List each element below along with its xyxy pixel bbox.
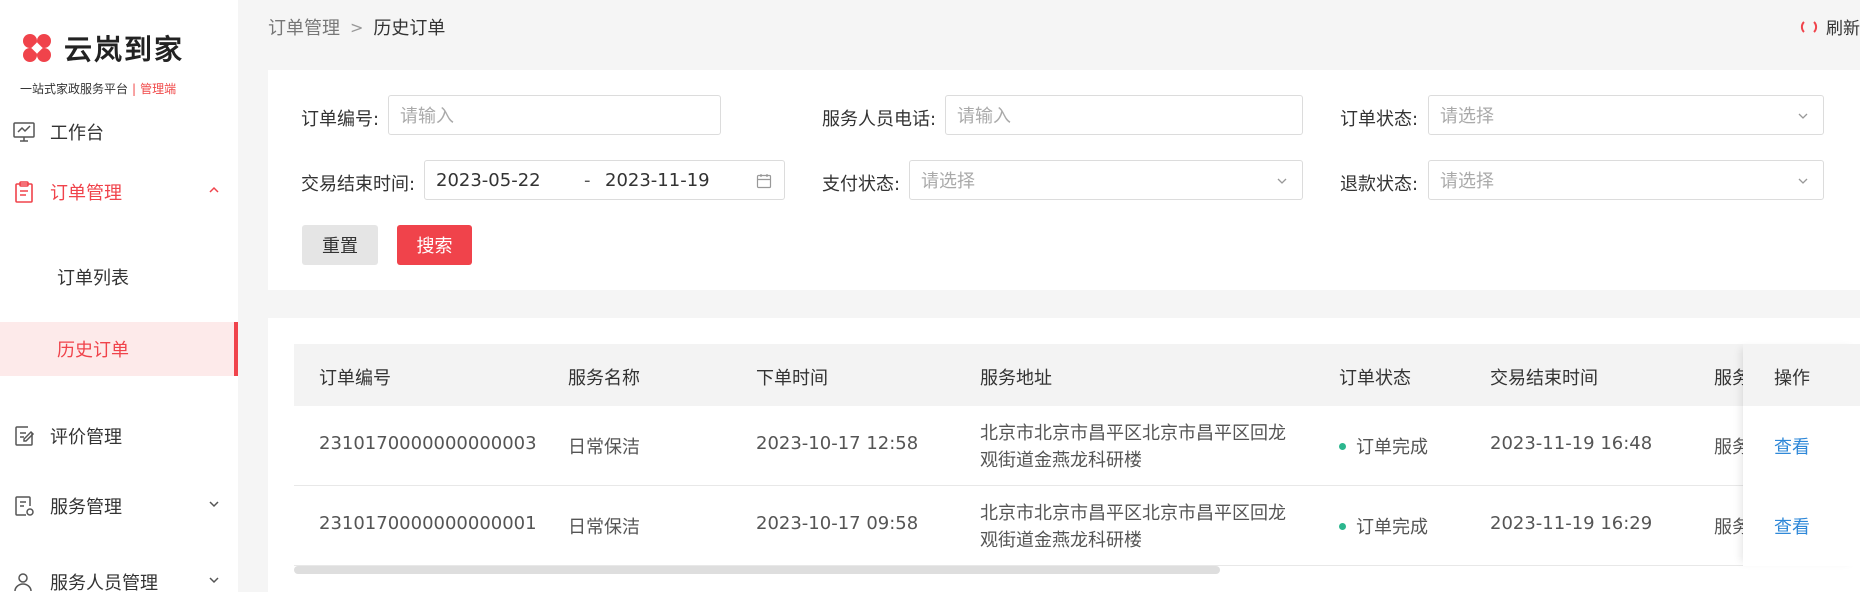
refresh-button[interactable]: 刷新 <box>1800 14 1860 39</box>
sidebar-item-workbench[interactable]: 工作台 <box>0 104 238 160</box>
cell-address: 北京市北京市昌平区北京市昌平区回龙观街道金燕龙科研楼 <box>980 423 1286 471</box>
settings-doc-icon <box>15 496 34 516</box>
status-text: 订单完成 <box>1356 437 1428 458</box>
pay-status-placeholder: 请选择 <box>921 171 975 192</box>
filter-panel: 订单编号: 请输入 服务人员电话: 请输入 订单状态: 请选择 交易结束时间: … <box>268 70 1860 290</box>
order-status-placeholder: 请选择 <box>1440 106 1494 127</box>
staff-phone-input[interactable]: 请输入 <box>945 95 1303 135</box>
cell-order-time: 2023-10-17 09:58 <box>756 513 919 534</box>
cell-order-time: 2023-10-17 12:58 <box>756 433 919 454</box>
col-status: 订单状态 <box>1339 368 1411 389</box>
brand-name: 云岚到家 <box>64 33 185 66</box>
tagline-text: 一站式家政服务平台 <box>20 82 129 96</box>
sidebar-item-label: 订单管理 <box>50 183 122 204</box>
sidebar-item-history-orders[interactable]: 历史订单 <box>0 322 238 376</box>
date-end: 2023-11-19 <box>605 170 710 191</box>
breadcrumb: 订单管理 > 历史订单 <box>268 14 445 40</box>
col-action: 操作 <box>1774 368 1810 389</box>
sidebar-item-service-management[interactable]: 服务管理 <box>0 478 238 534</box>
cell-order-no: 2310170000000000001 <box>319 513 537 534</box>
sidebar-item-label: 订单列表 <box>57 268 129 289</box>
breadcrumb-separator: > <box>350 17 364 37</box>
chevron-down-icon <box>209 577 219 584</box>
date-separator: - <box>584 170 591 191</box>
col-end-time: 交易结束时间 <box>1490 368 1598 389</box>
clover-logo-icon <box>23 34 51 62</box>
sidebar-item-label: 服务管理 <box>50 497 122 518</box>
refund-status-select[interactable]: 请选择 <box>1428 160 1824 200</box>
table-row: 2310170000000000003 日常保洁 2023-10-17 12:5… <box>294 406 1860 486</box>
col-order-time: 下单时间 <box>756 368 828 389</box>
refresh-label: 刷新 <box>1826 19 1860 39</box>
staff-phone-label: 服务人员电话: <box>822 109 937 130</box>
sidebar-item-staff-management[interactable]: 服务人员管理 <box>0 554 238 592</box>
sidebar-item-label: 评价管理 <box>50 427 122 448</box>
sidebar: 云岚到家 一站式家政服务平台 | 管理端 工作台 订单管理 订单列表 历史订单 评价… <box>0 0 238 592</box>
tagline-separator: | <box>132 82 137 96</box>
cell-status: 订单完成 <box>1339 433 1428 459</box>
monitor-icon <box>13 122 35 142</box>
cell-end-time: 2023-11-19 16:29 <box>1490 513 1653 534</box>
col-service-name: 服务名称 <box>568 368 640 389</box>
table-header: 订单编号 服务名称 下单时间 服务地址 订单状态 交易结束时间 服务 <box>294 344 1860 406</box>
chevron-up-icon <box>209 186 219 193</box>
order-status-select[interactable]: 请选择 <box>1428 95 1824 135</box>
table-panel: 订单编号 服务名称 下单时间 服务地址 订单状态 交易结束时间 服务 23101… <box>268 318 1860 592</box>
sidebar-item-order-list[interactable]: 订单列表 <box>0 250 238 304</box>
breadcrumb-current: 历史订单 <box>373 18 446 39</box>
col-address: 服务地址 <box>980 368 1052 389</box>
sidebar-item-label: 历史订单 <box>57 340 129 361</box>
view-button[interactable]: 查看 <box>1774 513 1810 539</box>
cell-end-time: 2023-11-19 16:48 <box>1490 433 1653 454</box>
brand-logo: 云岚到家 <box>18 28 184 68</box>
order-status-label: 订单状态: <box>1340 109 1419 130</box>
chevron-down-icon <box>209 501 219 508</box>
chevron-down-icon <box>1798 178 1808 184</box>
cell-order-no: 2310170000000000003 <box>319 433 537 454</box>
pay-status-label: 支付状态: <box>822 174 901 195</box>
trade-end-time-range[interactable]: 2023-05-22 - 2023-11-19 <box>424 160 785 200</box>
refund-status-placeholder: 请选择 <box>1440 171 1494 192</box>
sidebar-item-review-management[interactable]: 评价管理 <box>0 408 238 464</box>
person-icon <box>14 573 32 592</box>
cell-status: 订单完成 <box>1339 513 1428 539</box>
chevron-down-icon <box>1277 178 1287 184</box>
clipboard-icon <box>15 181 33 203</box>
action-header: 操作 <box>1743 344 1860 406</box>
horizontal-scrollbar[interactable] <box>294 566 1220 574</box>
status-dot <box>1339 522 1346 530</box>
status-dot <box>1339 442 1346 450</box>
sidebar-item-label: 工作台 <box>50 123 104 144</box>
cell-service-name: 日常保洁 <box>568 517 640 538</box>
pay-status-select[interactable]: 请选择 <box>909 160 1303 200</box>
order-no-label: 订单编号: <box>301 109 380 130</box>
refund-status-label: 退款状态: <box>1340 174 1419 195</box>
sidebar-item-order-management[interactable]: 订单管理 <box>0 164 238 220</box>
role-label: 管理端 <box>140 82 177 96</box>
sidebar-item-label: 服务人员管理 <box>50 573 158 592</box>
refresh-icon <box>1800 20 1818 33</box>
chevron-down-icon <box>1798 113 1808 119</box>
col-order-no: 订单编号 <box>319 368 391 389</box>
cell-service-name: 日常保洁 <box>568 437 640 458</box>
trade-end-time-label: 交易结束时间: <box>301 174 416 195</box>
edit-doc-icon <box>15 426 35 446</box>
view-button[interactable]: 查看 <box>1774 433 1810 459</box>
status-text: 订单完成 <box>1356 517 1428 538</box>
cell-address: 北京市北京市昌平区北京市昌平区回龙观街道金燕龙科研楼 <box>980 503 1286 551</box>
staff-phone-placeholder: 请输入 <box>957 106 1011 127</box>
order-no-input[interactable]: 请输入 <box>388 95 721 135</box>
order-no-placeholder: 请输入 <box>400 106 454 127</box>
fixed-action-column: 操作 查看 查看 <box>1743 344 1860 566</box>
date-start: 2023-05-22 <box>436 170 541 191</box>
reset-button[interactable]: 重置 <box>302 225 378 265</box>
breadcrumb-parent[interactable]: 订单管理 <box>268 14 340 40</box>
calendar-icon <box>756 174 772 189</box>
table-row: 2310170000000000001 日常保洁 2023-10-17 09:5… <box>294 486 1860 566</box>
search-button[interactable]: 搜索 <box>397 225 472 265</box>
brand-tagline: 一站式家政服务平台 | 管理端 <box>20 80 176 97</box>
